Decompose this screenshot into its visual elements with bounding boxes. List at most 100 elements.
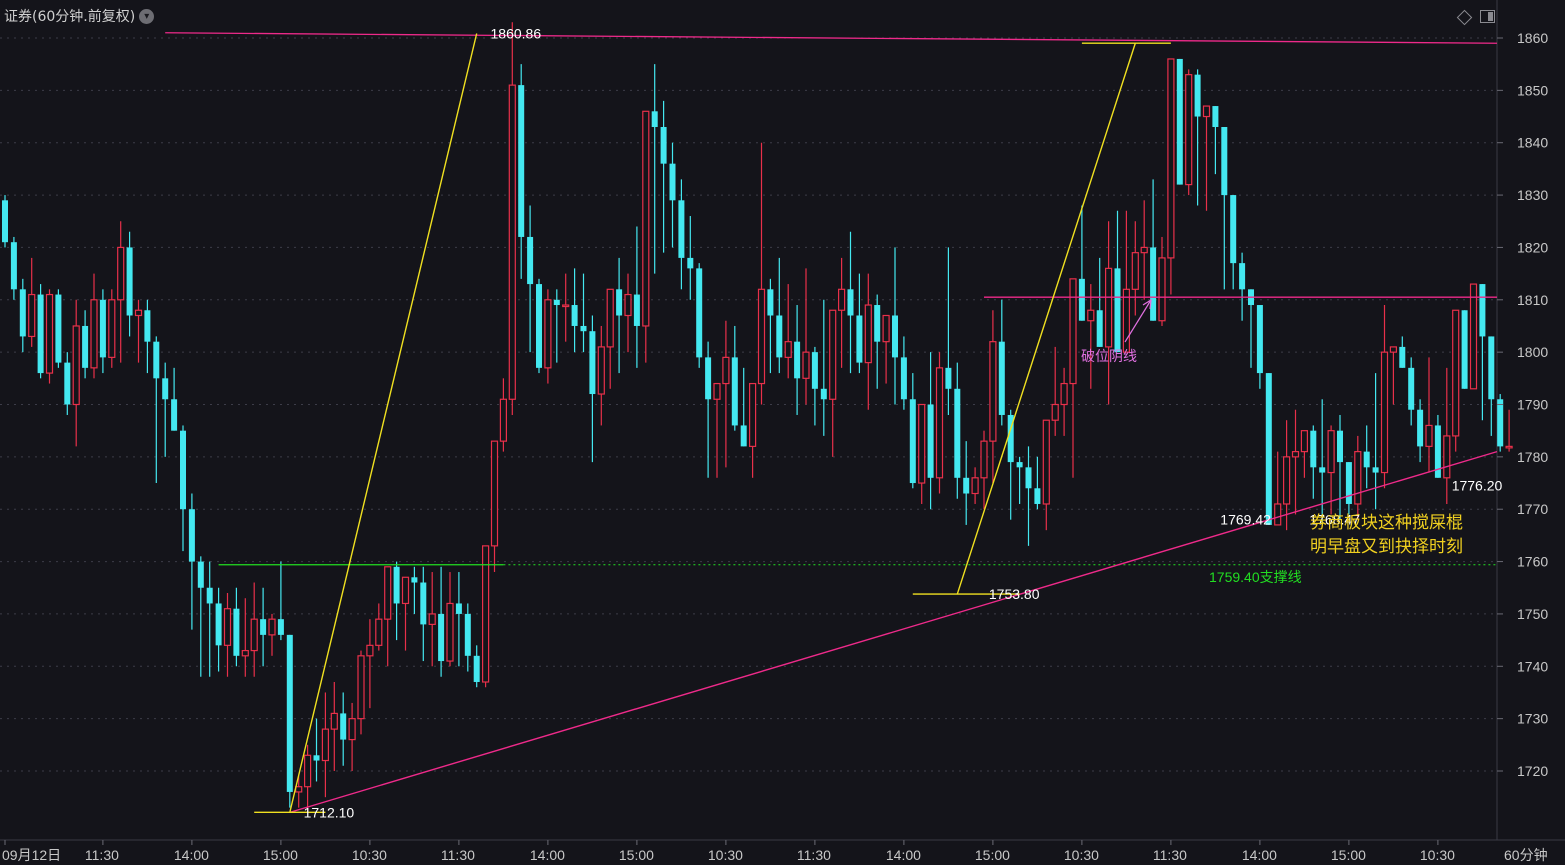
x-tick-label: 10:30 xyxy=(352,847,387,863)
candle xyxy=(705,341,712,478)
candle xyxy=(1461,310,1468,389)
candle xyxy=(1034,456,1041,510)
candle-body-down xyxy=(286,634,293,792)
candle xyxy=(295,776,303,808)
candle-body-down xyxy=(1461,310,1468,389)
candle-body-up xyxy=(748,382,757,447)
candle-body-down xyxy=(1337,430,1343,463)
candle-body-down xyxy=(696,268,703,358)
candle-body-up xyxy=(544,299,552,369)
candle xyxy=(490,440,499,573)
candle xyxy=(1176,58,1183,185)
candle-body-down xyxy=(420,582,427,625)
candle-body-down xyxy=(1399,346,1406,368)
candle xyxy=(438,566,445,677)
candle-body-down xyxy=(705,357,712,400)
candle xyxy=(1051,346,1059,436)
candle-body-down xyxy=(473,655,480,682)
candle xyxy=(784,284,792,379)
candle-body-down xyxy=(180,430,186,510)
candle xyxy=(1425,357,1433,473)
candle-body-up xyxy=(348,718,356,741)
candle-body-down xyxy=(171,399,178,431)
x-tick-label: 14:00 xyxy=(530,847,565,863)
candle xyxy=(1488,336,1495,436)
period-label[interactable]: 60分钟 xyxy=(1504,847,1548,863)
candle-body-up xyxy=(980,440,988,479)
candle xyxy=(108,289,116,368)
candle-body-down xyxy=(1212,106,1219,128)
candle-body-up xyxy=(357,655,365,720)
y-tick-label: 1750 xyxy=(1517,606,1548,622)
candle-body-up xyxy=(935,367,944,479)
candle-body-up xyxy=(428,613,436,626)
candle xyxy=(366,619,374,709)
candle-body-up xyxy=(722,356,730,385)
candle-body-down xyxy=(233,608,240,656)
candle-body-down xyxy=(527,236,534,285)
candle xyxy=(748,382,757,478)
y-tick-label: 1840 xyxy=(1517,135,1548,151)
candle xyxy=(455,572,462,667)
price-label: 1712.10 xyxy=(304,804,355,820)
candle-body-down xyxy=(731,357,738,426)
candle xyxy=(945,247,952,415)
candle-body-up xyxy=(713,382,721,400)
candle-body-up xyxy=(1282,456,1291,505)
candle xyxy=(268,613,276,656)
candle-body-down xyxy=(2,200,8,243)
price-label: 1776.20 xyxy=(1452,478,1503,494)
candle xyxy=(384,566,392,667)
candle xyxy=(669,142,676,248)
candle xyxy=(820,299,827,436)
y-tick-label: 1720 xyxy=(1517,763,1548,779)
candle xyxy=(1104,221,1113,405)
candle-body-up xyxy=(837,288,846,311)
candle xyxy=(393,561,400,641)
candle-body-down xyxy=(651,111,658,128)
candle xyxy=(19,278,26,353)
candle xyxy=(802,268,810,405)
candle xyxy=(1399,336,1406,368)
candle-body-up xyxy=(1131,252,1139,290)
candle xyxy=(2,195,8,248)
candle-body-down xyxy=(1230,195,1237,264)
candle-body-down xyxy=(945,367,952,389)
candle xyxy=(527,205,534,353)
candle-body-down xyxy=(19,289,26,337)
candle xyxy=(1274,451,1282,526)
candle xyxy=(935,352,944,494)
candle xyxy=(1469,283,1478,390)
candle xyxy=(687,216,694,300)
x-tick-label: 14:00 xyxy=(1242,847,1277,863)
x-tick-label: 15:00 xyxy=(975,847,1010,863)
candle xyxy=(99,289,106,374)
candle-body-down xyxy=(1372,467,1379,473)
y-tick-label: 1740 xyxy=(1517,658,1548,674)
candle-body-down xyxy=(1310,430,1317,468)
candle-body-down xyxy=(1150,247,1157,321)
y-tick-label: 1860 xyxy=(1517,30,1548,46)
candle-body-down xyxy=(1408,367,1415,410)
candle-body-up xyxy=(624,293,632,317)
candle xyxy=(357,650,365,735)
candle-body-down xyxy=(1345,462,1352,504)
candle xyxy=(1345,462,1352,515)
candle-body-down xyxy=(553,299,560,306)
candle xyxy=(1140,200,1148,300)
candle xyxy=(571,268,578,353)
candle xyxy=(1291,409,1300,515)
candle xyxy=(1443,367,1451,504)
candle-body-down xyxy=(153,341,160,379)
candle xyxy=(678,179,685,290)
candle xyxy=(1212,106,1219,175)
candle xyxy=(963,441,970,525)
candle xyxy=(642,110,650,363)
candle xyxy=(1230,195,1237,290)
candle-body-down xyxy=(909,399,916,484)
candle xyxy=(1096,257,1103,347)
candle xyxy=(998,299,1005,426)
x-tick-label: 15:00 xyxy=(263,847,298,863)
candle-body-down xyxy=(767,289,774,316)
candle xyxy=(411,566,418,614)
